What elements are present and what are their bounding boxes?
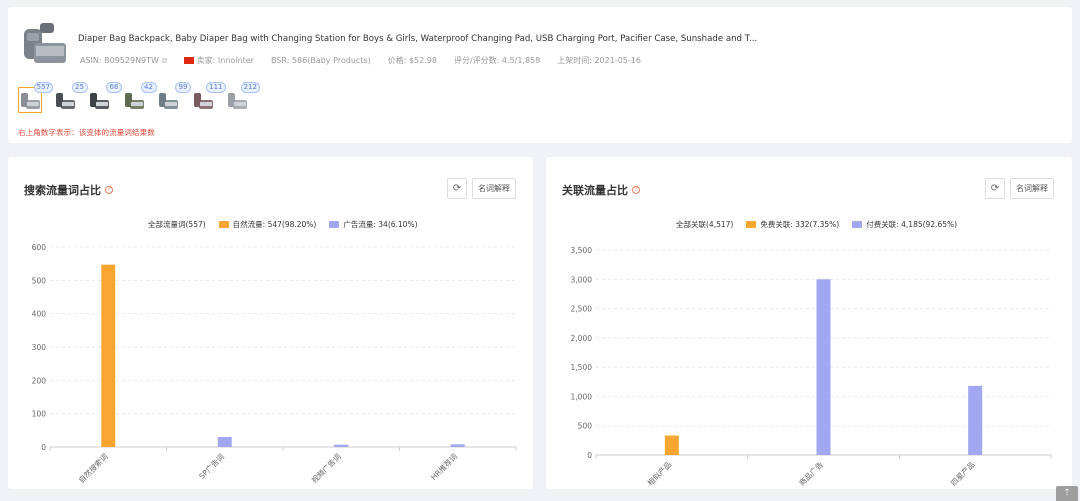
- product-meta: ASIN: B09529N9TW ⧉ 卖家: Innointer BSR: 586…: [80, 55, 658, 66]
- x-tick-label: 自然搜索词: [76, 451, 110, 485]
- variant-image: [55, 93, 75, 109]
- x-tick-label: 四星产品: [948, 459, 976, 487]
- external-link-icon[interactable]: ⧉: [161, 56, 167, 66]
- search-traffic-chart: 0 100 200 300 400 500 600 自然搜索词 SP广告词 视频广告词 HR推荐词: [32, 243, 517, 485]
- variant-thumbnail[interactable]: 557: [18, 82, 53, 113]
- variant-image: [21, 93, 40, 109]
- variant-count-badge: 66: [106, 82, 122, 93]
- related-traffic-chart: 0 500 1,000 1,500 2,000 2,500 3,000 3,500 相似产品 商品…: [571, 246, 1052, 488]
- variant-image: [193, 93, 213, 109]
- y-tick-label: 500: [578, 422, 593, 431]
- y-tick-label: 400: [32, 310, 47, 319]
- variant-count-badge: 42: [140, 82, 157, 93]
- variant-thumbnail[interactable]: 25: [53, 82, 88, 113]
- back-to-top-button[interactable]: ⇡: [1056, 486, 1078, 501]
- price-info: 价格: $52.98: [387, 56, 437, 65]
- variant-count-badge: 25: [71, 82, 88, 93]
- variant-count-badge: 557: [33, 82, 53, 93]
- y-tick-label: 100: [32, 410, 47, 419]
- x-tick-label: SP广告词: [197, 451, 227, 481]
- variant-image: [159, 93, 178, 109]
- y-tick-label: 2,000: [571, 334, 593, 343]
- bar-purple: [816, 279, 831, 455]
- search-traffic-panel: 搜索流量词占比 ? ⟳ 名词解释 全部流量词(557) 自然流量: 547(98…: [8, 157, 533, 489]
- y-tick-label: 200: [32, 376, 47, 385]
- bar-purple: [334, 444, 349, 447]
- y-tick-label: 0: [587, 451, 592, 460]
- variant-count-badge: 212: [240, 82, 260, 93]
- bsr-info: BSR: 586(Baby Products): [270, 56, 371, 65]
- variant-count-badge: 99: [175, 82, 191, 93]
- bar-purple: [217, 437, 232, 447]
- variant-note: 右上角数字表示：该变体的流量词结果数: [18, 128, 155, 137]
- variant-image: [228, 93, 247, 109]
- y-tick-label: 300: [32, 343, 47, 352]
- variant-image: [124, 93, 144, 109]
- y-tick-label: 1,500: [571, 363, 593, 372]
- variant-thumbnail[interactable]: 42: [122, 82, 157, 113]
- related-traffic-panel: 关联流量占比 ? ⟳ 名词解释 全部关联(4,517) 免费关联: 332(7.…: [546, 157, 1072, 489]
- x-tick-label: 商品广告: [797, 459, 826, 488]
- variant-list: 557 25 66 42 99 111 212: [18, 82, 260, 113]
- bar-purple: [450, 444, 465, 447]
- bar-orange: [664, 435, 679, 455]
- y-tick-label: 2,500: [571, 305, 593, 314]
- variant-image: [90, 93, 109, 109]
- y-tick-label: 0: [41, 443, 46, 452]
- variant-thumbnail[interactable]: 66: [87, 82, 122, 113]
- x-tick-label: 相似产品: [645, 459, 673, 487]
- china-flag-icon: [183, 57, 194, 64]
- x-tick-label: 视频广告词: [309, 451, 343, 485]
- variant-thumbnail[interactable]: 111: [191, 82, 226, 113]
- variant-thumbnail[interactable]: 99: [156, 82, 191, 113]
- asin-link[interactable]: ASIN: B09529N9TW ⧉: [80, 56, 167, 66]
- seller-info: 卖家: Innointer: [183, 55, 254, 66]
- variant-thumbnail[interactable]: 212: [225, 82, 260, 113]
- x-tick-label: HR推荐词: [429, 451, 460, 482]
- y-tick-label: 3,000: [571, 275, 593, 284]
- y-tick-label: 600: [32, 243, 47, 252]
- product-title[interactable]: Diaper Bag Backpack, Baby Diaper Bag wit…: [78, 34, 757, 44]
- seller-text: 卖家: Innointer: [196, 56, 254, 65]
- product-main-image: [18, 19, 70, 71]
- y-tick-label: 1,000: [571, 392, 593, 401]
- asin-text: ASIN: B09529N9TW: [80, 56, 159, 65]
- bar-orange: [101, 264, 116, 447]
- product-card: Diaper Bag Backpack, Baby Diaper Bag wit…: [8, 7, 1072, 143]
- y-tick-label: 500: [32, 276, 47, 285]
- bar-purple: [968, 385, 983, 455]
- rating-info: 评分/评分数: 4.5/1,858: [453, 56, 541, 65]
- y-tick-label: 3,500: [571, 246, 593, 255]
- variant-count-badge: 111: [206, 82, 226, 93]
- arrow-up-icon: ⇡: [1063, 488, 1071, 498]
- launch-date-info: 上架时间: 2021-05-16: [557, 56, 641, 65]
